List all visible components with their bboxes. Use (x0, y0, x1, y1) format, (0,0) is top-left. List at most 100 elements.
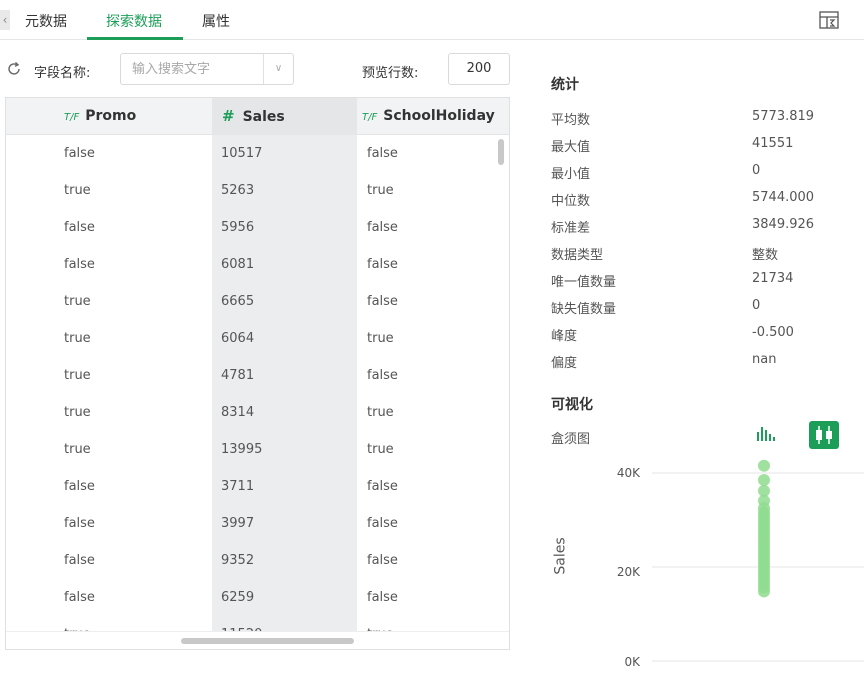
cell-promo: false (64, 590, 95, 605)
tab-explore-data[interactable]: 探索数据 (106, 11, 162, 31)
cell-sales: 6064 (221, 331, 255, 346)
chevron-down-icon[interactable]: ∨ (263, 54, 293, 84)
cell-sales: 3711 (221, 479, 255, 494)
preview-rows-input[interactable]: 200 (448, 53, 510, 85)
column-header-schoolholiday[interactable]: T/F SchoolHoliday (362, 98, 495, 135)
tab-properties[interactable]: 属性 (202, 11, 230, 31)
stat-value: -0.500 (752, 325, 794, 340)
stat-label: 数据类型 (551, 248, 604, 263)
search-input[interactable] (121, 54, 263, 84)
cell-schoolholiday: false (367, 553, 398, 568)
stat-value: 5744.000 (752, 190, 815, 205)
table-row[interactable]: true 6665 false (6, 283, 509, 320)
preview-rows-label: 预览行数: (362, 66, 419, 81)
vertical-scrollbar[interactable] (495, 135, 509, 631)
table-row[interactable]: false 6259 false (6, 579, 509, 616)
stat-value: 整数 (752, 248, 779, 263)
table-row[interactable]: true 13995 true (6, 431, 509, 468)
cell-promo: false (64, 479, 95, 494)
cell-sales: 5263 (221, 183, 255, 198)
horizontal-scrollbar[interactable] (6, 631, 509, 649)
stat-value: 0 (752, 298, 761, 313)
table-row[interactable]: false 5956 false (6, 209, 509, 246)
cell-sales: 13995 (221, 442, 263, 457)
cell-promo: false (64, 516, 95, 531)
stats-title: 统计 (551, 77, 579, 93)
cell-schoolholiday: true (367, 331, 394, 346)
table-row[interactable]: false 3997 false (6, 505, 509, 542)
cell-sales: 8314 (221, 405, 255, 420)
data-point (758, 585, 770, 598)
table-row[interactable]: false 6081 false (6, 246, 509, 283)
active-tab-indicator (87, 37, 183, 40)
tab-bar: ‹ 元数据 探索数据 属性 (0, 0, 864, 40)
cell-schoolholiday: false (367, 590, 398, 605)
stat-label: 最大值 (551, 140, 591, 155)
visualization-title: 可视化 (551, 397, 593, 413)
back-arrow-icon[interactable]: ‹ (0, 10, 10, 30)
stat-label: 缺失值数量 (551, 302, 617, 317)
cell-promo: true (64, 183, 91, 198)
cell-promo: false (64, 257, 95, 272)
stat-value: 41551 (752, 136, 794, 151)
stat-label: 最小值 (551, 167, 591, 182)
table-row[interactable]: true 8314 true (6, 394, 509, 431)
boolean-type-icon: T/F (362, 112, 378, 123)
data-table: T/F Promo # Sales T/F SchoolHoliday false 10… (5, 97, 510, 650)
cell-sales: 6259 (221, 590, 255, 605)
y-tick-label: 20K (616, 565, 640, 579)
data-point (758, 474, 770, 487)
cell-schoolholiday: false (367, 146, 398, 161)
y-tick-label: 40K (616, 466, 640, 480)
tab-metadata[interactable]: 元数据 (25, 11, 67, 31)
stat-value: 5773.819 (752, 109, 815, 124)
cell-sales: 3997 (221, 516, 255, 531)
cell-promo: true (64, 405, 91, 420)
table-row[interactable]: true 5263 true (6, 172, 509, 209)
cell-schoolholiday: true (367, 183, 394, 198)
field-name-label: 字段名称: (34, 66, 91, 81)
refresh-icon[interactable] (6, 61, 22, 77)
table-row[interactable]: false 10517 false (6, 135, 509, 172)
y-axis-label: Sales (552, 537, 569, 575)
table-header: T/F Promo # Sales T/F SchoolHoliday (6, 98, 509, 135)
y-tick-label: 0K (624, 655, 640, 669)
stat-label: 唯一值数量 (551, 275, 617, 290)
cell-sales: 4781 (221, 368, 255, 383)
cell-promo: true (64, 331, 91, 346)
boxplot-chart (652, 459, 864, 662)
table-row[interactable]: true 6064 true (6, 320, 509, 357)
chart-type-label: 盒须图 (551, 432, 591, 447)
cell-promo: false (64, 553, 95, 568)
cell-promo: true (64, 368, 91, 383)
cell-schoolholiday: true (367, 405, 394, 420)
column-header-sales[interactable]: # Sales (212, 98, 357, 135)
stat-label: 标准差 (551, 221, 591, 236)
stat-label: 中位数 (551, 194, 591, 209)
boolean-type-icon: T/F (64, 112, 80, 123)
stat-value: 21734 (752, 271, 794, 286)
cell-sales: 10517 (221, 146, 263, 161)
layout-toggle-icon[interactable] (818, 9, 840, 31)
table-row[interactable]: true 4781 false (6, 357, 509, 394)
table-row[interactable]: false 3711 false (6, 468, 509, 505)
cell-sales: 6665 (221, 294, 255, 309)
stat-label: 平均数 (551, 113, 591, 128)
data-point (758, 459, 770, 472)
cell-schoolholiday: false (367, 479, 398, 494)
cell-promo: false (64, 220, 95, 235)
numeric-type-icon: # (222, 107, 235, 125)
field-search-select[interactable]: ∨ (120, 53, 294, 85)
cell-schoolholiday: false (367, 516, 398, 531)
cell-promo: false (64, 146, 95, 161)
stat-value: 0 (752, 163, 761, 178)
table-row[interactable]: false 9352 false (6, 542, 509, 579)
stat-label: 偏度 (551, 356, 578, 371)
cell-sales: 5956 (221, 220, 255, 235)
cell-sales: 6081 (221, 257, 255, 272)
stat-label: 峰度 (551, 329, 578, 344)
column-header-promo[interactable]: T/F Promo (64, 98, 136, 135)
cell-promo: true (64, 294, 91, 309)
cell-schoolholiday: false (367, 257, 398, 272)
cell-sales: 9352 (221, 553, 255, 568)
